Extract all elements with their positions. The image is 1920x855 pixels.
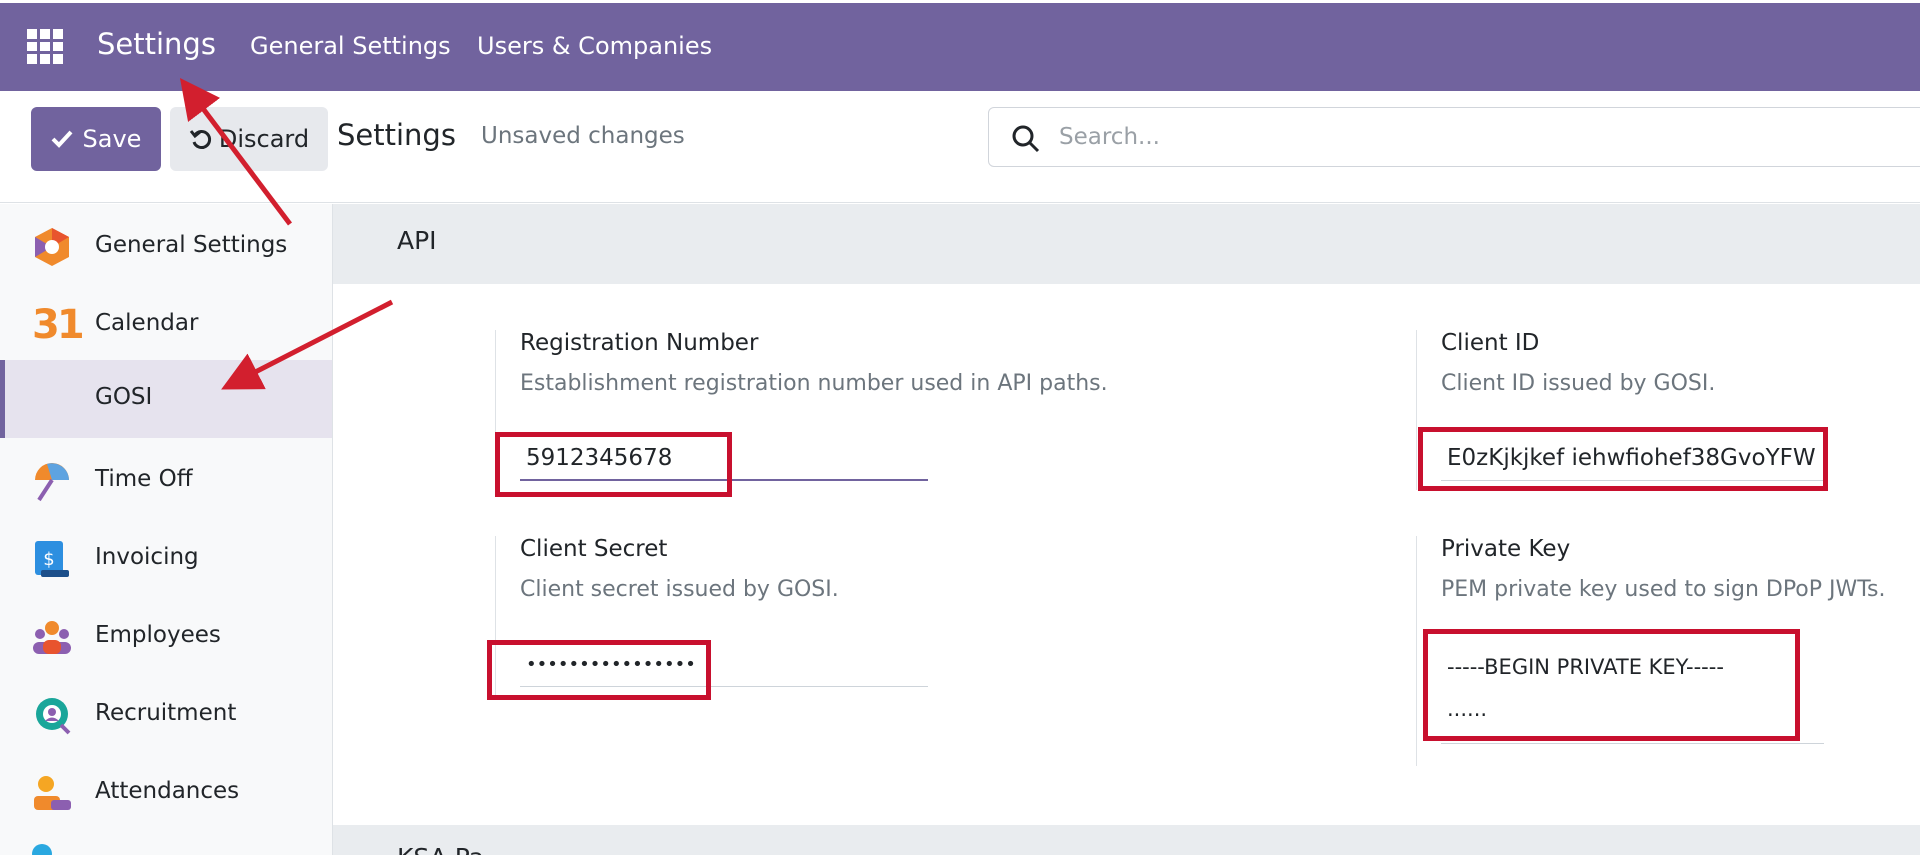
setting-private-key: Private Key PEM private key used to sign… bbox=[1416, 536, 1916, 766]
sidebar-item-label: GOSI bbox=[95, 384, 153, 410]
sidebar-item-label: Employees bbox=[95, 622, 221, 648]
section-title: API bbox=[397, 226, 437, 255]
setting-registration-number: Registration Number Establishment regist… bbox=[495, 330, 1108, 490]
sidebar-item-calendar[interactable]: 31 Calendar bbox=[0, 286, 332, 364]
top-navbar: Settings General Settings Users & Compan… bbox=[0, 0, 1920, 91]
menu-general-settings[interactable]: General Settings bbox=[250, 32, 451, 60]
setting-client-secret: Client Secret Client secret issued by GO… bbox=[495, 536, 995, 696]
setting-client-id: Client ID Client ID issued by GOSI. bbox=[1416, 330, 1916, 490]
client-id-input[interactable] bbox=[1441, 436, 1824, 481]
unsaved-status: Unsaved changes bbox=[481, 123, 685, 149]
client-id-label: Client ID bbox=[1441, 330, 1540, 356]
sidebar-item-label: Calendar bbox=[95, 310, 199, 336]
sidebar-item-gosi[interactable]: GOSI bbox=[0, 360, 332, 438]
registration-number-input[interactable] bbox=[520, 436, 928, 481]
registration-number-label: Registration Number bbox=[520, 330, 759, 356]
undo-icon bbox=[189, 130, 211, 149]
sidebar-item-label: Time Off bbox=[95, 466, 193, 492]
check-icon bbox=[51, 130, 73, 148]
app-brand[interactable]: Settings bbox=[97, 27, 216, 61]
page-title: Settings bbox=[337, 118, 456, 152]
attendances-icon bbox=[34, 776, 71, 810]
sidebar-item-label: Attendances bbox=[95, 778, 240, 804]
client-id-help: Client ID issued by GOSI. bbox=[1441, 371, 1716, 396]
settings-main: API Registration Number Establishment re… bbox=[333, 204, 1920, 855]
registration-number-help: Establishment registration number used i… bbox=[520, 371, 1108, 396]
search-box[interactable] bbox=[988, 107, 1920, 167]
search-icon bbox=[1012, 125, 1040, 153]
client-secret-help: Client secret issued by GOSI. bbox=[520, 577, 839, 602]
private-key-help: PEM private key used to sign DPoP JWTs. bbox=[1441, 577, 1886, 602]
settings-sidebar: General Settings 31 Calendar GOSI Time O… bbox=[0, 204, 333, 855]
apps-grid-icon[interactable] bbox=[27, 29, 63, 64]
invoicing-icon: $ bbox=[35, 541, 69, 577]
client-secret-input[interactable] bbox=[520, 642, 928, 687]
sidebar-item-general-settings[interactable]: General Settings bbox=[0, 208, 332, 286]
section-header-next: KSA Pa... bbox=[333, 825, 1920, 855]
sidebar-item-label: Invoicing bbox=[95, 544, 199, 570]
discard-label: Discard bbox=[218, 125, 310, 153]
sidebar-item-invoicing[interactable]: $ Invoicing bbox=[0, 520, 332, 598]
sidebar-item-label: Recruitment bbox=[95, 700, 237, 726]
section-header-api: API bbox=[333, 204, 1920, 284]
client-secret-label: Client Secret bbox=[520, 536, 668, 562]
discard-button[interactable]: Discard bbox=[170, 107, 328, 171]
menu-users-companies[interactable]: Users & Companies bbox=[477, 32, 712, 60]
save-button[interactable]: Save bbox=[31, 107, 161, 171]
search-input[interactable] bbox=[1059, 118, 1859, 156]
section-title: KSA Pa... bbox=[397, 843, 508, 855]
calendar-icon: 31 bbox=[32, 302, 85, 348]
sidebar-item-time-off[interactable]: Time Off bbox=[0, 442, 332, 520]
sidebar-item-employees[interactable]: Employees bbox=[0, 598, 332, 676]
sidebar-item-recruitment[interactable]: Recruitment bbox=[0, 676, 332, 754]
employees-icon bbox=[33, 621, 71, 654]
private-key-label: Private Key bbox=[1441, 536, 1571, 562]
recruitment-icon bbox=[36, 698, 71, 735]
sidebar-item-attendances[interactable]: Attendances bbox=[0, 754, 332, 832]
time-off-icon bbox=[35, 463, 69, 502]
general-settings-icon bbox=[35, 228, 69, 266]
svg-text:$: $ bbox=[43, 549, 54, 570]
private-key-textarea[interactable]: -----BEGIN PRIVATE KEY----- ...... bbox=[1441, 646, 1824, 744]
sidebar-item-label: General Settings bbox=[95, 232, 288, 258]
save-label: Save bbox=[82, 125, 142, 153]
next-app-icon bbox=[32, 844, 52, 855]
